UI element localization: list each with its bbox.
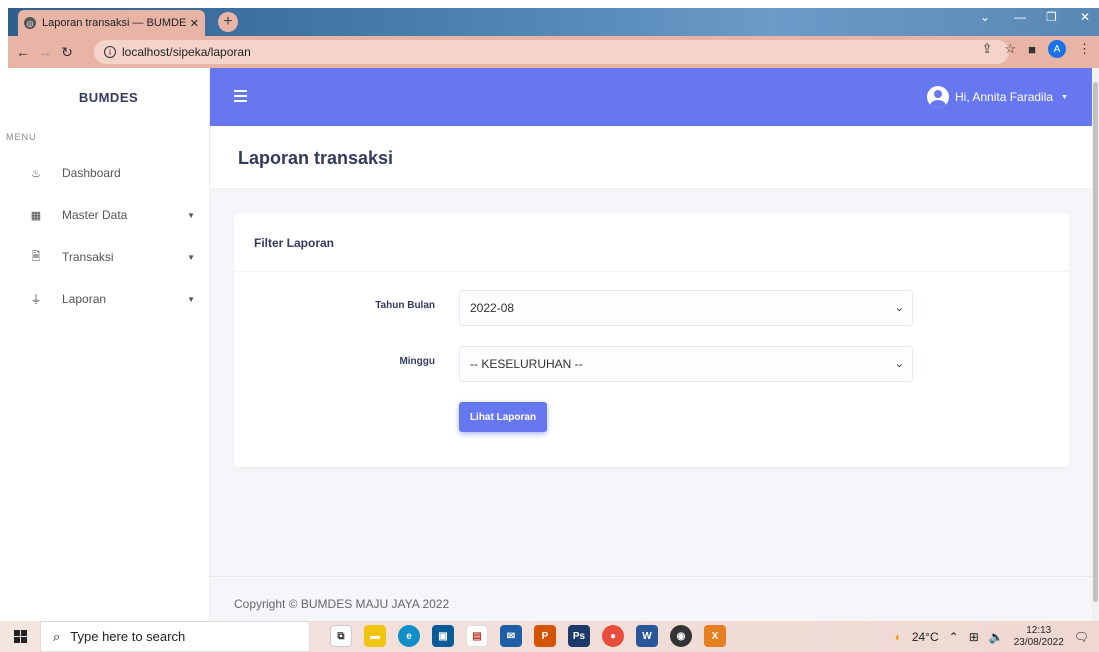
- file-icon: 🗎: [31, 250, 41, 263]
- tab-title: Laporan transaksi — BUMDES M: [42, 17, 186, 29]
- tab-search-icon[interactable]: ⌄: [980, 10, 990, 24]
- form-row-minggu: Minggu -- KESELURUHAN -- ⌄: [234, 346, 1069, 382]
- weather-temp[interactable]: 24°C: [912, 630, 939, 644]
- chevron-down-icon: ⌄: [894, 358, 904, 370]
- clock[interactable]: 12:13 23/08/2022: [1014, 625, 1064, 649]
- mail-icon[interactable]: ✉: [500, 625, 522, 647]
- sidebar-item-label: Transaksi: [62, 250, 114, 264]
- menu-header: MENU: [6, 132, 37, 142]
- url-field[interactable]: i localhost/sipeka/laporan: [94, 40, 1009, 64]
- tab-close-icon[interactable]: ✕: [190, 17, 199, 30]
- url-text: localhost/sipeka/laporan: [122, 45, 251, 59]
- caret-down-icon: ▼: [1061, 93, 1068, 101]
- back-icon[interactable]: ←: [12, 44, 34, 60]
- user-greeting: Hi, Annita Faradila: [955, 90, 1054, 104]
- clock-date: 23/08/2022: [1013, 636, 1064, 648]
- field-label: Minggu: [399, 356, 435, 367]
- sidepanel-icon[interactable]: ■: [1028, 42, 1036, 57]
- favicon-icon: ◎: [24, 17, 36, 29]
- store-icon[interactable]: ▣: [432, 625, 454, 647]
- xampp-icon[interactable]: X: [704, 625, 726, 647]
- windows-start-icon[interactable]: [0, 630, 40, 643]
- forward-icon[interactable]: →: [34, 44, 56, 60]
- select-value: 2022-08: [470, 301, 515, 315]
- volume-icon[interactable]: 🔈: [989, 630, 1004, 644]
- top-navbar: Hi, Annita Faradila ▼: [210, 68, 1092, 126]
- word-icon[interactable]: W: [636, 625, 658, 647]
- card-title: Filter Laporan: [234, 214, 1069, 272]
- sidebar: BUMDES MENU ♨ Dashboard ▦ Master Data ▼ …: [6, 68, 210, 621]
- network-icon[interactable]: ⊞: [969, 630, 979, 644]
- profile-avatar[interactable]: A: [1048, 40, 1066, 58]
- fire-icon: ♨: [31, 167, 41, 180]
- sidebar-item-dashboard[interactable]: ♨ Dashboard: [8, 152, 209, 194]
- close-window-icon[interactable]: ✕: [1080, 10, 1090, 24]
- chevron-down-icon: ⌄: [894, 302, 904, 314]
- browser-tab[interactable]: ◎ Laporan transaksi — BUMDES M ✕: [18, 10, 205, 36]
- tahun-bulan-select[interactable]: 2022-08 ⌄: [459, 290, 913, 326]
- caret-down-icon: ▼: [187, 252, 195, 262]
- form-row-tahun-bulan: Tahun Bulan 2022-08 ⌄: [234, 290, 1069, 326]
- sidebar-brand[interactable]: BUMDES: [8, 68, 209, 126]
- minimize-icon[interactable]: —: [1014, 10, 1026, 24]
- new-tab-button[interactable]: +: [218, 12, 238, 32]
- bookmark-star-icon[interactable]: ☆: [1004, 41, 1016, 57]
- minggu-select[interactable]: -- KESELURUHAN -- ⌄: [459, 346, 913, 382]
- powerpoint-icon[interactable]: P: [534, 625, 556, 647]
- clock-time: 12:13: [1026, 624, 1052, 636]
- windows-taskbar: ⌕ Type here to search ⧉ ▬ e ▣ ▤ ✉ P Ps ●…: [0, 621, 1099, 652]
- user-dropdown[interactable]: Hi, Annita Faradila ▼: [927, 86, 1068, 108]
- restore-icon[interactable]: ❐: [1046, 10, 1057, 24]
- sidebar-item-label: Dashboard: [62, 166, 121, 180]
- select-value: -- KESELURUHAN --: [470, 357, 583, 371]
- sidebar-item-master-data[interactable]: ▦ Master Data ▼: [8, 194, 209, 236]
- chrome-icon[interactable]: ●: [602, 625, 624, 647]
- file-explorer-icon[interactable]: ▬: [364, 625, 386, 647]
- avatar: [927, 86, 949, 108]
- caret-down-icon: ▼: [187, 210, 195, 220]
- notification-icon[interactable]: 🗨: [1074, 630, 1089, 644]
- web-page: BUMDES MENU ♨ Dashboard ▦ Master Data ▼ …: [6, 68, 1099, 621]
- taskbar-search-input[interactable]: ⌕ Type here to search: [40, 621, 310, 652]
- browser-menu-icon[interactable]: ⋮: [1078, 41, 1091, 57]
- photoshop-icon[interactable]: Ps: [568, 625, 590, 647]
- system-tray: ◐ 24°C ⌃ ⊞ 🔈 12:13 23/08/2022 🗨: [895, 621, 1089, 652]
- sidebar-item-label: Master Data: [62, 208, 128, 222]
- media-player-icon[interactable]: ◉: [670, 625, 692, 647]
- sidebar-item-laporan[interactable]: ⏚ Laporan ▼: [8, 278, 209, 320]
- chevron-up-icon[interactable]: ⌃: [949, 630, 959, 644]
- grid-icon: ▦: [30, 209, 42, 222]
- plug-icon: ⏚: [30, 294, 42, 306]
- page-title: Laporan transaksi: [238, 148, 394, 168]
- copyright-text: Copyright © BUMDES MAJU JAYA 2022: [234, 597, 450, 611]
- search-icon: ⌕: [53, 628, 61, 644]
- gift-icon[interactable]: ▤: [466, 625, 488, 647]
- sidebar-item-label: Laporan: [62, 292, 107, 306]
- lihat-laporan-button[interactable]: Lihat Laporan: [459, 402, 547, 432]
- section-header: Laporan transaksi: [210, 126, 1092, 188]
- edge-icon[interactable]: e: [398, 625, 420, 647]
- filter-card: Filter Laporan Tahun Bulan 2022-08 ⌄ Min…: [234, 214, 1069, 467]
- site-info-icon[interactable]: i: [104, 46, 116, 58]
- share-icon[interactable]: ⇪: [982, 41, 993, 57]
- caret-down-icon: ▼: [187, 294, 195, 304]
- reload-icon[interactable]: ↻: [56, 44, 78, 61]
- footer: Copyright © BUMDES MAJU JAYA 2022: [210, 576, 1092, 621]
- field-label: Tahun Bulan: [375, 300, 435, 311]
- address-bar: ← → ↻ i localhost/sipeka/laporan ⇪ ☆ ■ A…: [8, 36, 1099, 68]
- weather-icon[interactable]: ◐: [895, 630, 902, 644]
- task-view-icon[interactable]: ⧉: [330, 625, 352, 647]
- page-scrollbar[interactable]: [1092, 68, 1099, 621]
- hamburger-menu-icon[interactable]: [234, 90, 247, 102]
- sidebar-item-transaksi[interactable]: 🗎 Transaksi ▼: [8, 236, 209, 278]
- search-placeholder: Type here to search: [70, 629, 186, 644]
